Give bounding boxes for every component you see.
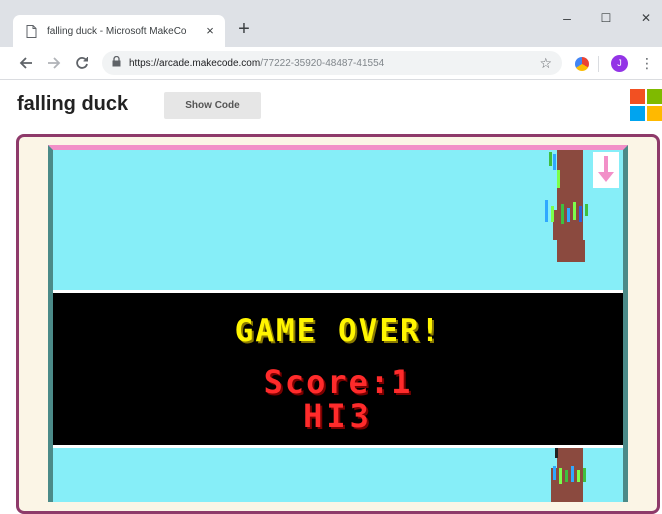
score-text: Score:1	[263, 363, 413, 401]
game-over-banner: GAME OVER! Score:1 HI3	[53, 290, 623, 448]
page-icon	[23, 23, 39, 39]
minimize-button[interactable]: –	[557, 10, 577, 26]
lock-icon	[112, 54, 121, 72]
new-tab-button[interactable]: +	[233, 19, 255, 41]
forward-arrow-icon[interactable]	[44, 53, 64, 73]
high-score-text: HI3	[303, 397, 373, 435]
browser-toolbar: https://arcade.makecode.com/77222-35920-…	[0, 47, 662, 80]
url-host: https://arcade.makecode.com	[129, 57, 261, 69]
menu-icon[interactable]: ⋮	[640, 55, 654, 71]
profile-avatar[interactable]: J	[611, 55, 628, 72]
reload-icon[interactable]	[72, 53, 92, 73]
tree-obstacle-bottom	[549, 448, 589, 502]
tab-title: falling duck - Microsoft MakeCo	[47, 25, 187, 37]
url-text: https://arcade.makecode.com/77222-35920-…	[129, 58, 384, 69]
maximize-button[interactable]: ☐	[596, 10, 616, 26]
extension-icon[interactable]	[575, 57, 589, 71]
show-code-button[interactable]: Show Code	[164, 92, 261, 119]
url-path: /77222-35920-48487-41554	[260, 57, 385, 69]
close-window-button[interactable]: ✕	[636, 10, 656, 26]
game-screen[interactable]: GAME OVER! Score:1 HI3	[48, 145, 628, 502]
game-over-text: GAME OVER!	[234, 313, 442, 349]
down-arrow-marker	[593, 152, 619, 188]
star-icon[interactable]: ☆	[539, 55, 552, 72]
browser-tab[interactable]: falling duck - Microsoft MakeCo ×	[13, 15, 225, 47]
address-bar[interactable]: https://arcade.makecode.com/77222-35920-…	[102, 51, 562, 75]
back-arrow-icon[interactable]	[16, 53, 36, 73]
microsoft-logo-icon[interactable]	[630, 89, 662, 121]
page-title: falling duck	[17, 93, 129, 115]
tree-obstacle-top	[545, 150, 589, 270]
toolbar-divider	[598, 56, 599, 72]
tab-close-icon[interactable]: ×	[203, 24, 217, 38]
tab-strip: falling duck - Microsoft MakeCo × + – ☐ …	[0, 0, 662, 47]
